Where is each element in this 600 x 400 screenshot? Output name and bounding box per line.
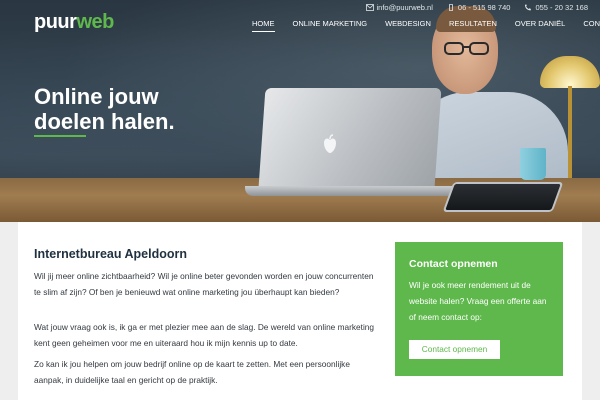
- laptop-base: [245, 186, 460, 196]
- topbar-phone-text: 055 - 20 32 168: [535, 2, 588, 12]
- headline-accent-line: [34, 135, 86, 137]
- phone-icon: [525, 3, 532, 10]
- intro-paragraph-1: Wil jij meer online zichtbaarheid? Wil j…: [34, 271, 374, 297]
- hero-headline: Online jouw doelen halen.: [34, 84, 254, 134]
- contact-box-title: Contact opnemen: [409, 258, 498, 270]
- mobile-phone-icon: [449, 3, 453, 11]
- desk-lamp-arm: [568, 86, 572, 186]
- intro-paragraph-3: Zo kan ik jou helpen om jouw bedrijf onl…: [34, 359, 350, 385]
- main-navigation: HOME ONLINE MARKETING WEBDESIGN RESULTAT…: [252, 19, 600, 32]
- topbar-email[interactable]: info@puurweb.nl: [365, 2, 433, 12]
- nav-item-over-daniel[interactable]: OVER DANIËL: [515, 19, 565, 32]
- nav-item-contact[interactable]: CONTACT: [583, 19, 600, 32]
- nav-item-online-marketing[interactable]: ONLINE MARKETING: [293, 19, 368, 32]
- glasses-icon: [444, 42, 489, 55]
- contact-button[interactable]: Contact opnemen: [409, 340, 500, 359]
- apple-logo-icon: [324, 134, 336, 153]
- nav-item-home[interactable]: HOME: [252, 19, 275, 32]
- laptop: [258, 88, 442, 188]
- mug: [520, 148, 546, 180]
- contact-box: Contact opnemen Wil je ook meer rendemen…: [395, 242, 563, 376]
- tablet: [442, 182, 564, 212]
- envelope-icon: [365, 3, 374, 11]
- contact-box-text: Wil je ook meer rendement uit de website…: [409, 280, 547, 322]
- topbar-mobile[interactable]: 06 - 515 98 740: [447, 2, 511, 12]
- topbar-mobile-text: 06 - 515 98 740: [457, 2, 511, 12]
- nav-item-webdesign[interactable]: WEBDESIGN: [385, 19, 431, 32]
- nav-item-resultaten[interactable]: RESULTATEN: [449, 19, 497, 32]
- site-logo[interactable]: puurweb: [34, 11, 114, 34]
- hero-headline-line-1: Online jouw: [34, 84, 159, 109]
- logo-text-web: web: [76, 11, 114, 33]
- contact-info-bar: info@puurweb.nl 06 - 515 98 740 055 - 20…: [365, 1, 588, 13]
- logo-text-puur: puur: [34, 11, 77, 33]
- page-title: Internetbureau Apeldoorn: [34, 247, 188, 261]
- topbar-email-text: info@puurweb.nl: [376, 2, 433, 12]
- topbar-phone[interactable]: 055 - 20 32 168: [524, 3, 588, 12]
- content-panel: Internetbureau Apeldoorn Wil jij meer on…: [18, 222, 582, 400]
- intro-paragraph-2: Wat jouw vraag ook is, ik ga er met plez…: [34, 322, 375, 348]
- hero-headline-line-2: doelen halen.: [34, 109, 175, 134]
